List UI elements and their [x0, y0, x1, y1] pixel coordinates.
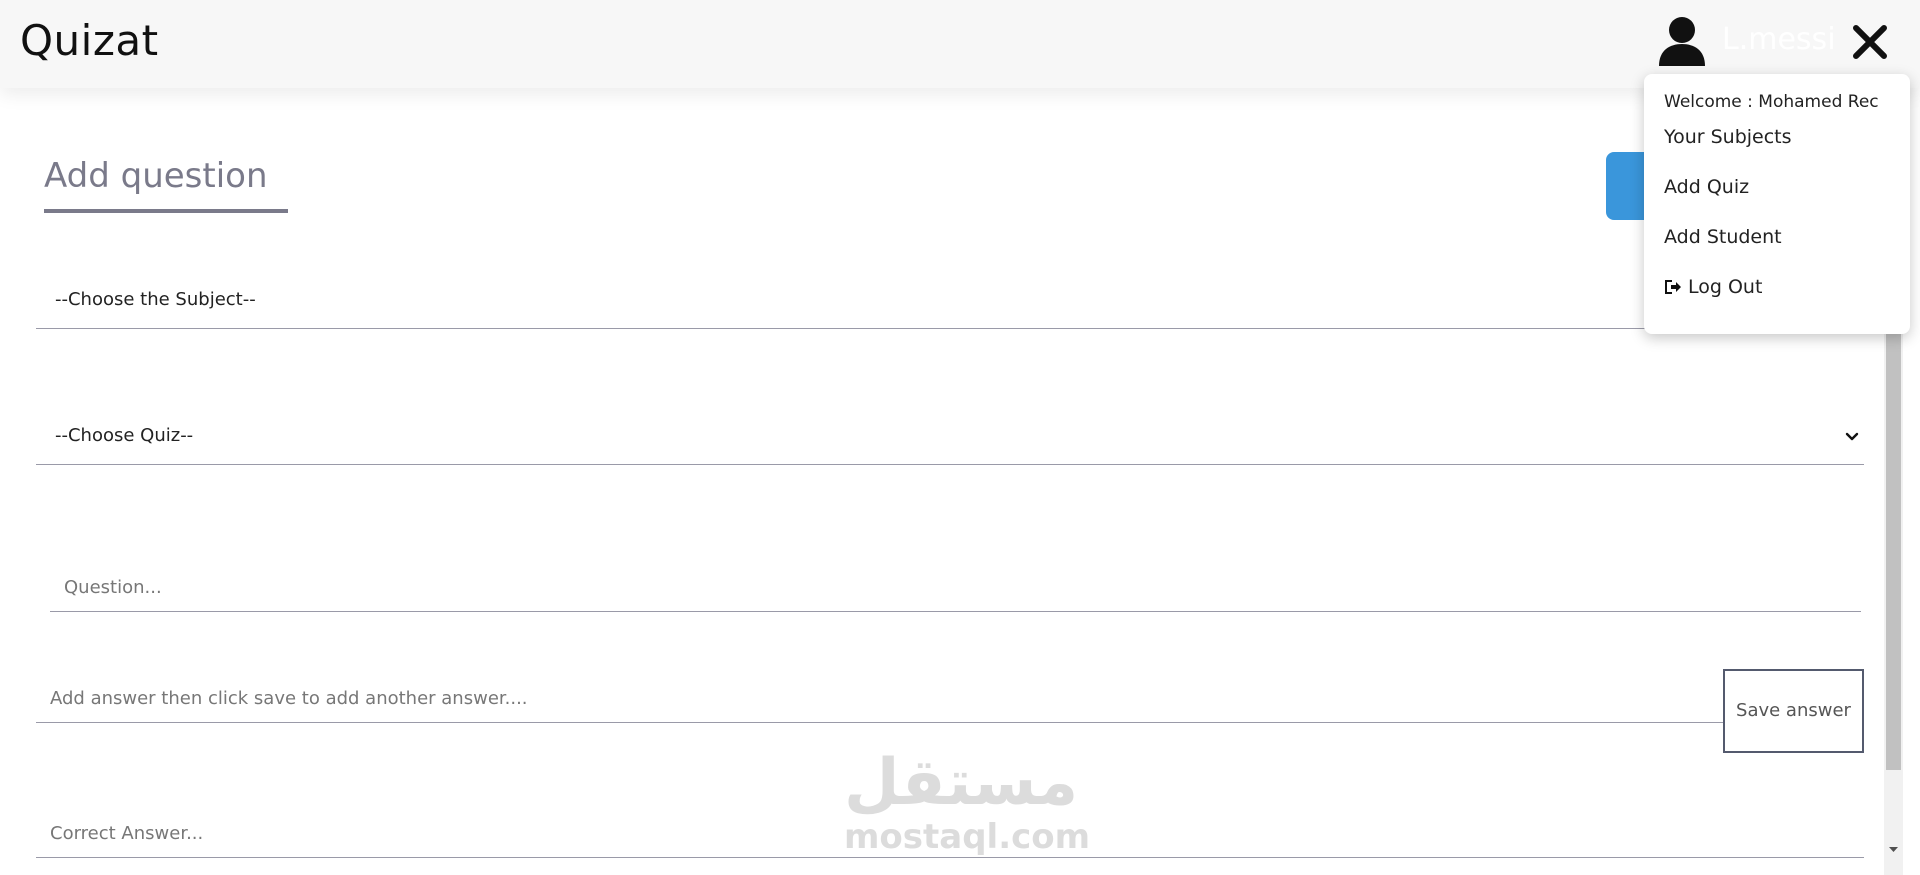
user-icon[interactable] — [1656, 14, 1708, 66]
title-underline — [44, 209, 288, 213]
question-input[interactable] — [50, 564, 1861, 612]
brand-logo[interactable]: Quizat — [20, 16, 159, 65]
watermark-arabic: مستقل — [844, 746, 1079, 820]
save-answer-button[interactable]: Save answer — [1723, 669, 1864, 753]
quiz-select[interactable]: --Choose Quiz-- — [36, 411, 1864, 465]
subject-select[interactable]: --Choose the Subject-- — [36, 275, 1864, 329]
top-navbar: Quizat L.messi — [0, 0, 1920, 88]
subject-select-value: --Choose the Subject-- — [55, 289, 256, 310]
menu-item-log-out[interactable]: Log Out — [1664, 276, 1762, 298]
watermark-latin: mostaql.com — [844, 817, 1091, 857]
user-dropdown-menu: Welcome : Mohamed Rec Your Subjects Add … — [1644, 74, 1910, 334]
username-label[interactable]: L.messi — [1722, 22, 1836, 57]
menu-item-add-quiz[interactable]: Add Quiz — [1664, 176, 1749, 198]
welcome-text: Welcome : Mohamed Rec — [1664, 92, 1879, 112]
scrollbar-thumb[interactable] — [1886, 320, 1901, 770]
answer-input[interactable] — [36, 675, 1723, 723]
logout-icon — [1665, 280, 1681, 294]
menu-item-add-student[interactable]: Add Student — [1664, 226, 1782, 248]
menu-item-your-subjects[interactable]: Your Subjects — [1664, 126, 1792, 148]
close-icon[interactable] — [1850, 22, 1890, 62]
quiz-select-value: --Choose Quiz-- — [55, 425, 194, 446]
watermark: مستقل mostaql.com — [844, 746, 1091, 858]
scroll-down-arrow-icon[interactable] — [1886, 842, 1901, 856]
menu-item-log-out-label: Log Out — [1688, 276, 1763, 298]
page-title: Add question — [44, 156, 268, 196]
chevron-down-icon — [1845, 432, 1859, 441]
